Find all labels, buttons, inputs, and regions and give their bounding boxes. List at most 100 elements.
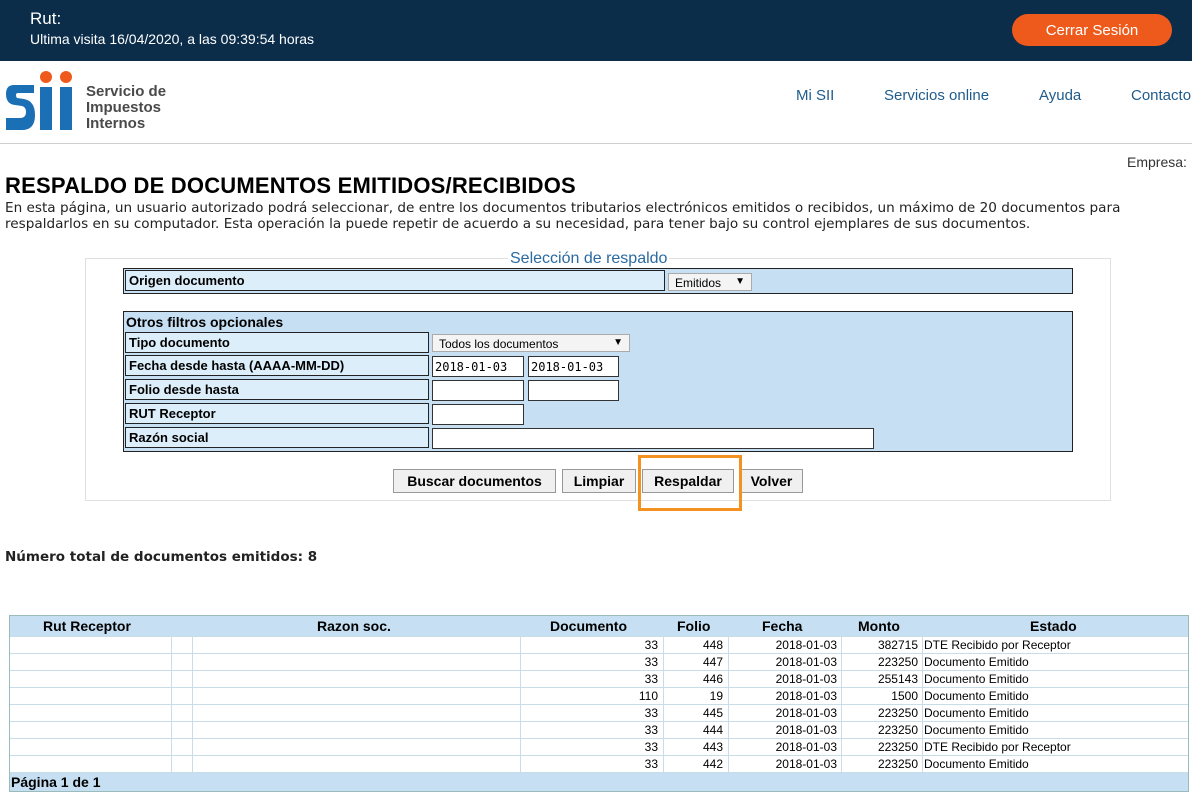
column-divider <box>922 705 923 722</box>
tipo-select[interactable]: Todos los documentos ▼ <box>432 334 630 352</box>
column-divider <box>922 739 923 756</box>
top-bar: Rut: Ultima visita 16/04/2020, a las 09:… <box>0 0 1192 61</box>
cell-estado: Documento Emitido <box>924 672 1029 686</box>
column-divider <box>728 654 729 671</box>
cell-documento: 33 <box>644 740 658 754</box>
column-divider <box>192 688 193 705</box>
table-row[interactable]: 33 444 2018-01-03 223250 Documento Emitido <box>10 721 1188 739</box>
col-razon-soc: Razon soc. <box>317 618 391 634</box>
cell-fecha: 2018-01-03 <box>775 740 837 754</box>
cell-monto: 1500 <box>891 689 918 703</box>
table-row[interactable]: 33 442 2018-01-03 223250 Documento Emitido <box>10 755 1188 773</box>
tipo-select-value: Todos los documentos <box>439 337 559 351</box>
cell-fecha: 2018-01-03 <box>775 638 837 652</box>
column-divider <box>663 654 664 671</box>
cell-estado: Documento Emitido <box>924 723 1029 737</box>
rut-label: Rut: <box>30 9 62 28</box>
nav-mi-sii[interactable]: Mi SII <box>796 87 834 104</box>
column-divider <box>171 739 172 756</box>
table-row[interactable]: 33 448 2018-01-03 382715 DTE Recibido por Re… <box>10 636 1188 654</box>
column-divider <box>922 756 923 773</box>
column-divider <box>520 688 521 705</box>
column-divider <box>841 705 842 722</box>
column-divider <box>841 637 842 654</box>
cell-estado: DTE Recibido por Receptor <box>924 638 1071 652</box>
column-divider <box>841 688 842 705</box>
cell-estado: DTE Recibido por Receptor <box>924 740 1071 754</box>
fecha-desde-input[interactable] <box>432 356 524 377</box>
column-divider <box>171 637 172 654</box>
cell-documento: 33 <box>644 706 658 720</box>
filters-title: Otros filtros opcionales <box>126 314 284 330</box>
cell-fecha: 2018-01-03 <box>775 689 837 703</box>
cell-documento: 33 <box>644 723 658 737</box>
cell-estado: Documento Emitido <box>924 655 1029 669</box>
column-divider <box>922 637 923 654</box>
column-divider <box>728 722 729 739</box>
fecha-hasta-input[interactable] <box>528 356 619 377</box>
column-divider <box>922 671 923 688</box>
column-divider <box>728 739 729 756</box>
volver-button[interactable]: Volver <box>740 469 803 493</box>
fecha-label: Fecha desde hasta (AAAA-MM-DD) <box>125 355 429 376</box>
column-divider <box>663 722 664 739</box>
logo-line-2: Impuestos <box>86 99 162 116</box>
col-monto: Monto <box>858 618 900 634</box>
chevron-down-icon: ▼ <box>735 276 745 287</box>
nav-ayuda[interactable]: Ayuda <box>1039 87 1081 104</box>
logout-button[interactable]: Cerrar Sesión <box>1012 14 1172 46</box>
cell-fecha: 2018-01-03 <box>775 655 837 669</box>
table-row[interactable]: 33 446 2018-01-03 255143 Documento Emitido <box>10 670 1188 688</box>
table-footer: Página 1 de 1 <box>10 772 1188 791</box>
table-row[interactable]: 33 445 2018-01-03 223250 Documento Emitido <box>10 704 1188 722</box>
column-divider <box>841 756 842 773</box>
nav-servicios-online[interactable]: Servicios online <box>884 87 989 104</box>
column-divider <box>663 739 664 756</box>
cell-monto: 382715 <box>877 638 918 652</box>
cell-folio: 445 <box>702 706 723 720</box>
empresa-label: Empresa: <box>1127 154 1187 170</box>
logo-text: Servicio de Impuestos Internos <box>86 84 166 132</box>
column-divider <box>841 671 842 688</box>
column-divider <box>922 654 923 671</box>
column-divider <box>192 637 193 654</box>
cell-folio: 447 <box>702 655 723 669</box>
sii-logo-icon <box>6 71 72 130</box>
folio-desde-input[interactable] <box>432 380 524 401</box>
table-row[interactable]: 110 19 2018-01-03 1500 Documento Emitido <box>10 687 1188 705</box>
origen-select[interactable]: Emitidos ▼ <box>668 273 752 291</box>
cell-estado: Documento Emitido <box>924 706 1029 720</box>
column-divider <box>520 722 521 739</box>
total-documents-label: Número total de documentos emitidos: 8 <box>5 549 318 565</box>
column-divider <box>520 705 521 722</box>
table-row[interactable]: 33 447 2018-01-03 223250 Documento Emitido <box>10 653 1188 671</box>
rut-receptor-input[interactable] <box>432 404 524 425</box>
sii-logo[interactable]: Servicio de Impuestos Internos <box>4 71 174 133</box>
cell-monto: 223250 <box>877 655 918 669</box>
nav-contacto[interactable]: Contacto <box>1131 87 1191 104</box>
column-divider <box>192 705 193 722</box>
buscar-documentos-button[interactable]: Buscar documentos <box>393 469 556 493</box>
column-divider <box>520 637 521 654</box>
razon-social-input[interactable] <box>432 428 874 449</box>
chevron-down-icon: ▼ <box>613 337 623 348</box>
cell-estado: Documento Emitido <box>924 689 1029 703</box>
cell-monto: 223250 <box>877 740 918 754</box>
column-divider <box>728 637 729 654</box>
table-body: 33 448 2018-01-03 382715 DTE Recibido por Re… <box>10 636 1188 773</box>
origen-label: Origen documento <box>125 270 665 291</box>
cell-monto: 223250 <box>877 723 918 737</box>
logo-line-3: Internos <box>86 115 146 132</box>
documents-table: Rut Receptor Razon soc. Documento Folio … <box>9 615 1189 792</box>
page-title: RESPALDO DE DOCUMENTOS EMITIDOS/RECIBIDO… <box>5 173 576 198</box>
column-divider <box>663 756 664 773</box>
intro-text: En esta página, un usuario autorizado po… <box>5 200 1121 232</box>
cell-documento: 33 <box>644 757 658 771</box>
col-rut-receptor: Rut Receptor <box>43 618 131 634</box>
limpiar-button[interactable]: Limpiar <box>562 469 636 493</box>
cell-folio: 442 <box>702 757 723 771</box>
column-divider <box>663 688 664 705</box>
table-row[interactable]: 33 443 2018-01-03 223250 DTE Recibido por Re… <box>10 738 1188 756</box>
cell-fecha: 2018-01-03 <box>775 706 837 720</box>
folio-hasta-input[interactable] <box>528 380 619 401</box>
